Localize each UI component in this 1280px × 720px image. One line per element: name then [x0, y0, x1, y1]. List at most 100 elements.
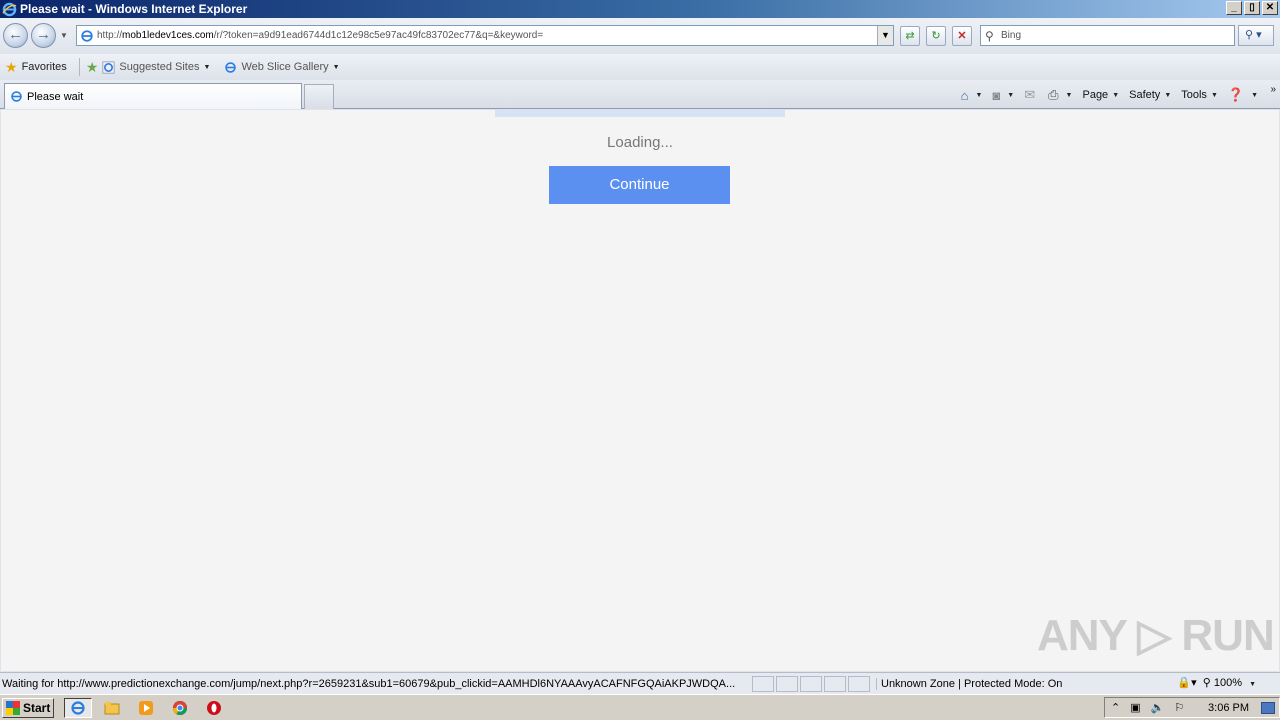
- tray-expand-icon[interactable]: ⌃: [1111, 701, 1120, 714]
- mail-icon: ✉: [1024, 87, 1036, 102]
- rss-feed-icon: ◙: [992, 87, 1001, 103]
- chrome-icon: [173, 701, 187, 715]
- url-path: /r/?token=a9d91ead6744d1c12e98c5e97ac49f…: [213, 30, 544, 41]
- status-panel: [752, 675, 774, 692]
- recent-pages-dropdown-icon[interactable]: ▼: [60, 31, 68, 40]
- add-to-favorites-icon[interactable]: ★: [86, 59, 99, 76]
- search-box[interactable]: ⚲ Bing: [980, 25, 1235, 46]
- taskbar-media-player-button[interactable]: [132, 698, 160, 718]
- help-icon: ❓: [1227, 87, 1245, 102]
- web-slice-gallery-link[interactable]: Web Slice Gallery ▼: [224, 61, 340, 74]
- print-button[interactable]: ⎙ ▼: [1048, 87, 1072, 103]
- taskbar-opera-button[interactable]: [200, 698, 228, 718]
- status-bar: Waiting for http://www.predictionexchang…: [0, 672, 1280, 694]
- page-menu[interactable]: Page ▼: [1082, 89, 1119, 101]
- refresh-button[interactable]: ↻: [926, 26, 946, 46]
- protected-mode-lock-icon: 🔒▾: [1177, 677, 1197, 689]
- safety-menu-label: Safety: [1129, 89, 1161, 101]
- tools-menu-label: Tools: [1181, 89, 1207, 101]
- status-panel: [776, 675, 798, 692]
- continue-button[interactable]: Continue: [549, 166, 730, 204]
- top-banner-strip: [495, 110, 785, 117]
- url-domain: mob1ledev1ces.com: [122, 30, 214, 41]
- action-center-flag-icon[interactable]: ⚐: [1174, 701, 1184, 714]
- page-content: Loading... Continue ANY ▷ RUN: [1, 110, 1279, 671]
- taskbar-ie-button[interactable]: [64, 698, 92, 718]
- feeds-dropdown-icon: ▼: [1007, 91, 1015, 99]
- navigation-bar: ← → ▼ http://mob1ledev1ces.com/r/?token=…: [0, 18, 1280, 54]
- web-slice-dropdown-icon: ▼: [332, 63, 340, 71]
- safety-menu[interactable]: Safety ▼: [1129, 89, 1171, 101]
- new-tab-button[interactable]: [304, 84, 334, 109]
- taskbar-explorer-button[interactable]: [98, 698, 126, 718]
- compatibility-icon: ⇄: [905, 30, 915, 42]
- security-zone[interactable]: Unknown Zone | Protected Mode: On: [876, 677, 1126, 690]
- favorites-bar: ★ Favorites ★ Suggested Sites ▼ Web Slic…: [0, 54, 1280, 80]
- back-button[interactable]: ←: [3, 23, 28, 48]
- printer-icon: ⎙: [1048, 87, 1059, 102]
- minimize-button[interactable]: _: [1226, 1, 1242, 15]
- stop-button[interactable]: ✕: [952, 26, 972, 46]
- read-mail-button[interactable]: ✉: [1024, 87, 1038, 103]
- favorites-button[interactable]: ★ Favorites: [5, 59, 67, 76]
- taskbar-ie-icon: [71, 701, 85, 715]
- forward-arrow-icon: →: [36, 26, 51, 43]
- magnifier-icon: ⚲ ▾: [1245, 29, 1262, 41]
- help-dropdown-icon: ▼: [1251, 91, 1258, 99]
- url-prefix: http://: [97, 30, 123, 41]
- zoom-control[interactable]: 🔒▾ ⚲ 100% ▼: [1177, 676, 1256, 689]
- zoom-level: 100%: [1213, 677, 1242, 689]
- anyrun-watermark: ANY ▷ RUN: [1037, 611, 1275, 660]
- window-controls: _ ▯ ✕: [1226, 1, 1278, 15]
- close-window-button[interactable]: ✕: [1262, 1, 1278, 15]
- feeds-button[interactable]: ◙ ▼: [992, 88, 1014, 103]
- stop-icon: ✕: [957, 30, 967, 42]
- search-icon: ⚲: [985, 29, 994, 43]
- favorites-star-icon: ★: [5, 58, 18, 75]
- taskbar-chrome-button[interactable]: [166, 698, 194, 718]
- favorites-label: Favorites: [21, 61, 67, 73]
- favorites-separator: [78, 58, 80, 76]
- help-menu[interactable]: ❓ ▼: [1228, 87, 1258, 103]
- window-title: Please wait - Windows Internet Explorer: [20, 2, 248, 16]
- folder-icon: [104, 702, 120, 715]
- ie-logo-icon: [2, 2, 17, 16]
- start-button[interactable]: Start: [2, 698, 54, 718]
- status-message: Waiting for http://www.predictionexchang…: [2, 677, 736, 690]
- restore-button[interactable]: ▯: [1244, 1, 1260, 15]
- clock[interactable]: 3:06 PM: [1208, 702, 1249, 714]
- forward-button[interactable]: →: [31, 23, 56, 48]
- taskbar: Start ⌃ ▣ 🔈 ⚐ 3:06 PM: [0, 694, 1280, 720]
- opera-icon: [207, 701, 221, 715]
- suggested-sites-ie-icon: [102, 60, 115, 74]
- volume-icon[interactable]: 🔈: [1151, 701, 1165, 714]
- title-bar: Please wait - Windows Internet Explorer …: [0, 0, 1280, 18]
- print-dropdown-icon: ▼: [1065, 91, 1073, 99]
- command-bar: ⌂ ▼ ◙ ▼ ✉ ⎙ ▼ Page ▼ Safety ▼ Tools ▼ ❓ ▼ »: [961, 84, 1280, 106]
- toolbar-overflow-chevron-icon[interactable]: »: [1270, 84, 1276, 95]
- network-icon[interactable]: ▣: [1130, 701, 1140, 714]
- address-dropdown-icon[interactable]: ▼: [877, 26, 893, 45]
- page-ie-icon: [81, 30, 93, 42]
- suggested-sites-link[interactable]: Suggested Sites ▼: [102, 60, 211, 74]
- suggested-sites-label: Suggested Sites: [119, 61, 200, 73]
- ie-window: Please wait - Windows Internet Explorer …: [0, 0, 1280, 720]
- loading-text: Loading...: [607, 134, 673, 151]
- web-slice-ie-icon: [225, 61, 237, 73]
- search-button[interactable]: ⚲ ▾: [1238, 25, 1274, 46]
- show-desktop-icon[interactable]: [1261, 702, 1275, 714]
- tools-menu[interactable]: Tools ▼: [1181, 89, 1218, 101]
- web-slice-gallery-label: Web Slice Gallery: [241, 61, 329, 73]
- start-label: Start: [23, 701, 51, 715]
- tab-please-wait[interactable]: Please wait: [4, 83, 302, 109]
- home-icon: ⌂: [960, 87, 969, 103]
- compatibility-view-button[interactable]: ⇄: [900, 26, 920, 46]
- zoom-dropdown-icon: ▼: [1249, 681, 1256, 688]
- windows-flag-icon: [6, 701, 20, 715]
- refresh-icon: ↻: [931, 30, 941, 42]
- media-player-icon: [139, 701, 153, 715]
- home-button[interactable]: ⌂ ▼: [961, 88, 983, 103]
- suggested-sites-dropdown-icon: ▼: [203, 63, 211, 71]
- tools-dropdown-icon: ▼: [1210, 91, 1218, 99]
- address-bar[interactable]: http://mob1ledev1ces.com/r/?token=a9d91e…: [76, 25, 894, 46]
